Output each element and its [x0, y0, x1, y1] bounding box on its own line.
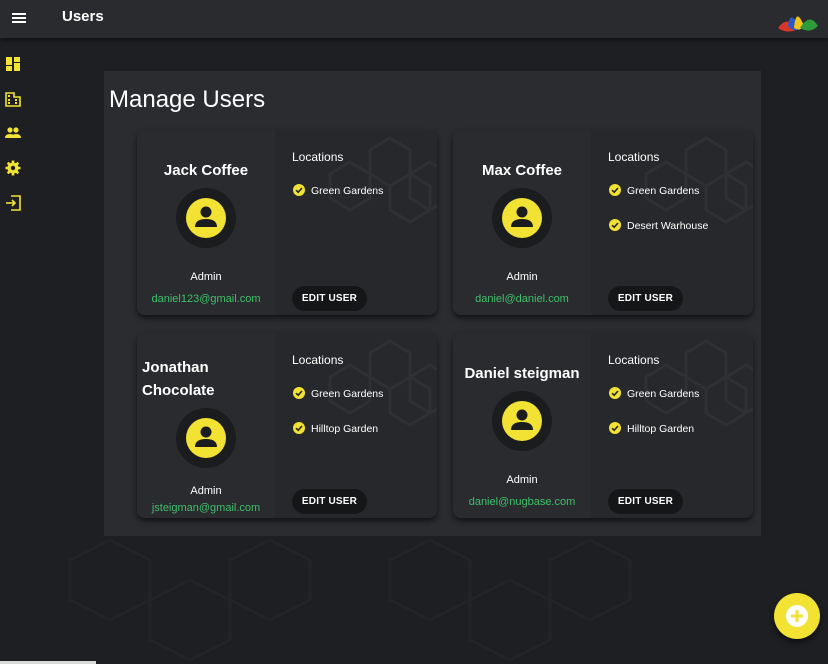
menu-icon[interactable] — [10, 9, 28, 27]
building-icon[interactable] — [4, 90, 22, 108]
user-role: Admin — [506, 474, 538, 486]
edit-user-button[interactable]: EDIT USER — [608, 286, 683, 311]
settings-icon[interactable] — [4, 159, 22, 177]
user-card: Jonathan Chocolate Admin jsteigman@gmail… — [137, 333, 437, 518]
manage-users-panel: Manage Users Jack Coffee Admin daniel123… — [104, 71, 761, 536]
user-name-line-2: Chocolate — [142, 382, 215, 399]
user-role: Admin — [190, 485, 222, 497]
user-card: Jack Coffee Admin daniel123@gmail.com Lo… — [137, 130, 437, 315]
check-circle-icon — [293, 184, 305, 196]
edit-user-button[interactable]: EDIT USER — [292, 286, 367, 311]
user-email: daniel@nugbase.com — [468, 496, 576, 508]
user-info: Daniel steigman Admin daniel@nugbase.com — [453, 333, 591, 518]
user-email: daniel@daniel.com — [475, 293, 569, 305]
locations-heading: Locations — [292, 150, 344, 164]
location-label: Hilltop Garden — [311, 423, 379, 435]
user-email: jsteigman@gmail.com — [151, 502, 261, 514]
check-circle-icon — [609, 184, 621, 196]
avatar-icon — [492, 188, 552, 248]
dashboard-icon[interactable] — [4, 55, 22, 73]
add-circle-icon — [786, 605, 808, 627]
people-icon[interactable] — [4, 124, 22, 142]
check-circle-icon — [293, 387, 305, 399]
location-label: Green Gardens — [311, 388, 384, 400]
app-bar: Users — [0, 0, 828, 38]
edit-user-button[interactable]: EDIT USER — [608, 489, 683, 514]
logout-icon[interactable] — [4, 194, 22, 212]
user-name: Jack Coffee — [163, 162, 249, 179]
avatar-icon — [492, 391, 552, 451]
brand-logo-icon — [778, 16, 818, 32]
user-info: Max Coffee Admin daniel@daniel.com — [453, 130, 591, 315]
location-label: Hilltop Garden — [627, 423, 695, 435]
location-label: Green Gardens — [627, 185, 700, 197]
sidebar — [0, 38, 30, 664]
user-info: Jonathan Chocolate Admin jsteigman@gmail… — [137, 333, 275, 518]
user-name-line-1: Jonathan — [142, 359, 209, 376]
user-role: Admin — [506, 271, 538, 283]
avatar-icon — [176, 188, 236, 248]
add-user-button[interactable] — [774, 593, 820, 639]
check-circle-icon — [609, 422, 621, 434]
location-label: Green Gardens — [311, 185, 384, 197]
user-card: Max Coffee Admin daniel@daniel.com Locat… — [453, 130, 753, 315]
locations-heading: Locations — [608, 150, 660, 164]
page-title: Manage Users — [109, 86, 266, 113]
locations-heading: Locations — [292, 353, 344, 367]
user-email: daniel123@gmail.com — [151, 293, 261, 305]
user-name: Max Coffee — [481, 162, 563, 179]
location-label: Green Gardens — [627, 388, 700, 400]
app-title: Users — [62, 8, 104, 25]
location-label: Desert Warhouse — [627, 220, 709, 232]
check-circle-icon — [293, 422, 305, 434]
edit-user-button[interactable]: EDIT USER — [292, 489, 367, 514]
avatar-icon — [176, 408, 236, 468]
user-info: Jack Coffee Admin daniel123@gmail.com — [137, 130, 275, 315]
check-circle-icon — [609, 387, 621, 399]
user-role: Admin — [190, 271, 222, 283]
user-card: Daniel steigman Admin daniel@nugbase.com… — [453, 333, 753, 518]
check-circle-icon — [609, 219, 621, 231]
locations-heading: Locations — [608, 353, 660, 367]
user-name: Daniel steigman — [464, 365, 580, 382]
